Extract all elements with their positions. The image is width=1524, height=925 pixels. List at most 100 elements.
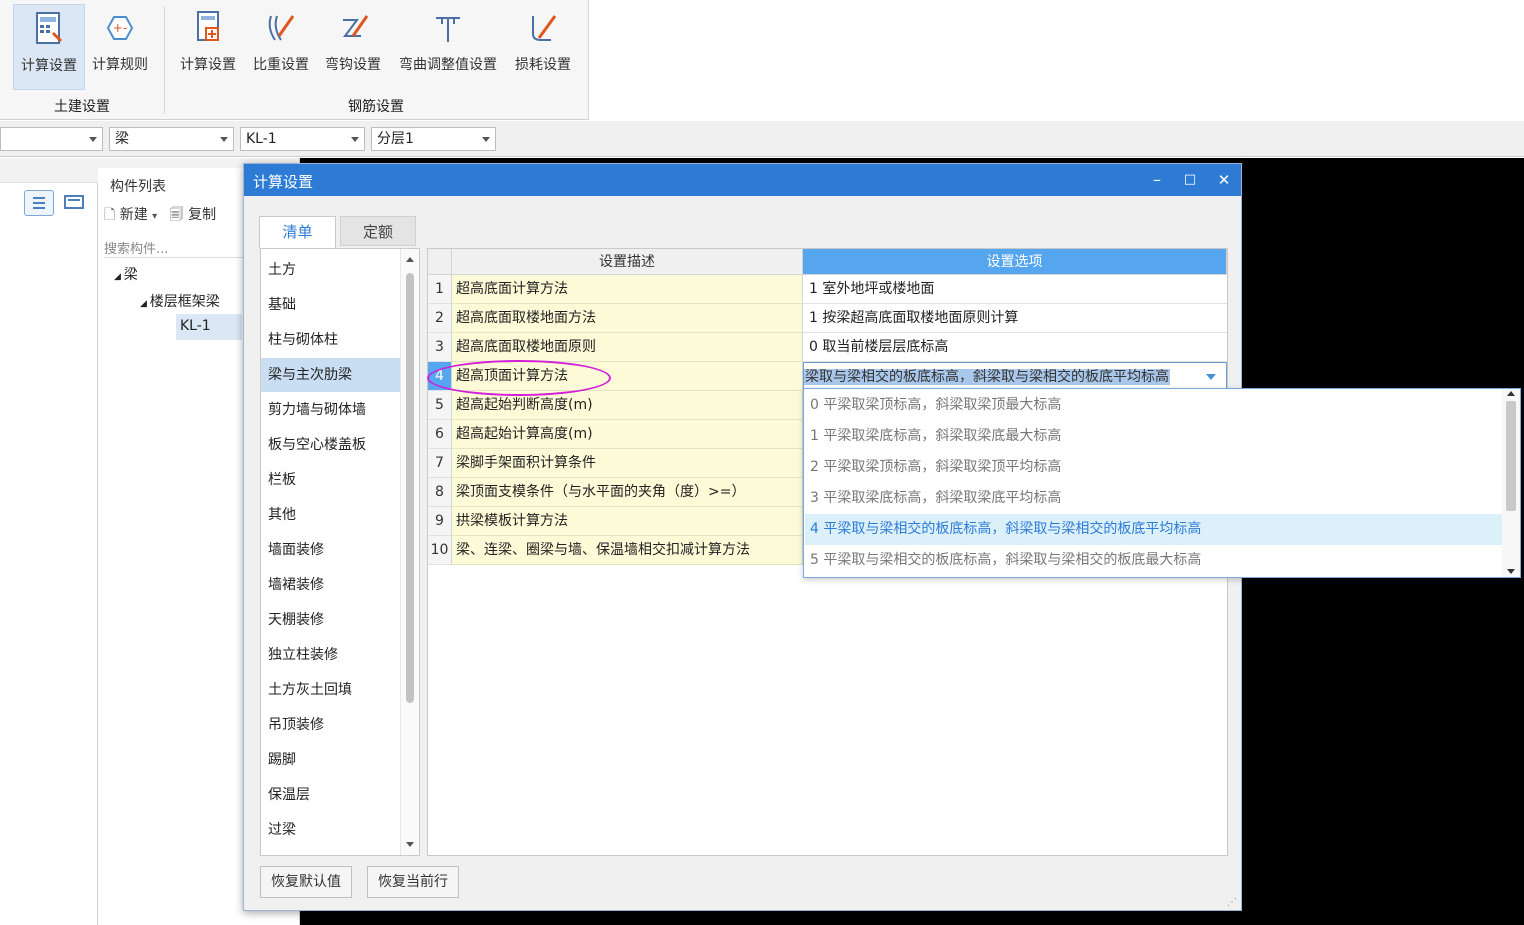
calc-settings-icon — [36, 12, 63, 44]
copy-component-button[interactable]: 🗐 复制 — [170, 207, 216, 223]
scroll-thumb[interactable] — [1506, 401, 1516, 511]
row-description: 超高底面计算方法 — [452, 275, 803, 304]
category-item[interactable]: 吊顶装修 — [261, 708, 401, 742]
list-view-toggle[interactable] — [24, 190, 54, 216]
row-number: 5 — [428, 391, 452, 420]
button-label: 比重设置 — [253, 57, 309, 73]
tree-expand-icon[interactable]: ◢ — [140, 299, 150, 309]
type-select[interactable]: 梁 — [109, 127, 234, 151]
tab-quota[interactable]: 定额 — [340, 216, 416, 246]
row-number: 8 — [428, 478, 452, 507]
row-option[interactable]: 1 室外地坪或楼地面 — [803, 275, 1227, 304]
minimize-button[interactable]: – — [1144, 168, 1170, 192]
button-label: 计算设置 — [21, 58, 77, 74]
dropdown-option[interactable]: 2 平梁取梁顶标高，斜梁取梁顶平均标高 — [805, 452, 1502, 483]
weight-settings-button[interactable]: 比重设置 — [246, 4, 316, 88]
scroll-down-icon[interactable] — [406, 842, 414, 847]
grid-view-toggle[interactable] — [62, 192, 86, 214]
row-option-combo[interactable]: 梁取与梁相交的板底标高，斜梁取与梁相交的板底平均标高 — [803, 362, 1227, 391]
restore-default-button[interactable]: 恢复默认值 — [260, 866, 352, 898]
row-option[interactable]: 0 取当前楼层层底标高 — [803, 333, 1227, 362]
table-row[interactable]: 3 超高底面取楼地面原则 0 取当前楼层层底标高 — [428, 333, 1227, 362]
category-item[interactable]: 踢脚 — [261, 743, 401, 777]
row-number: 3 — [428, 333, 452, 362]
scroll-down-icon[interactable] — [1507, 569, 1515, 574]
category-item[interactable]: 天棚装修 — [261, 603, 401, 637]
component-select[interactable]: KL-1 — [240, 127, 365, 151]
calc-rule-button[interactable]: +- 计算规则 — [86, 4, 154, 88]
category-item[interactable]: 保温层 — [261, 778, 401, 812]
bend-icon — [436, 17, 460, 42]
scroll-thumb[interactable] — [406, 273, 414, 703]
row-option[interactable]: 1 按梁超高底面取楼地面原则计算 — [803, 304, 1227, 333]
scroll-up-icon[interactable] — [1507, 391, 1515, 396]
category-item[interactable]: 梁与主次肋梁 — [261, 358, 401, 392]
floor-select[interactable] — [0, 127, 103, 151]
category-item[interactable]: 过梁 — [261, 813, 401, 847]
category-item[interactable]: 基础 — [261, 288, 401, 322]
svg-text:+-: +- — [113, 21, 127, 35]
category-scrollbar[interactable] — [400, 249, 419, 855]
restore-row-button[interactable]: 恢复当前行 — [367, 866, 459, 898]
dropdown-option[interactable]: 5 平梁取与梁相交的板底标高，斜梁取与梁相交的板底最大标高 — [805, 545, 1502, 576]
layer-select[interactable]: 分层1 — [371, 127, 496, 151]
category-item[interactable]: 独立柱装修 — [261, 638, 401, 672]
table-row[interactable]: 2 超高底面取楼地面方法 1 按梁超高底面取楼地面原则计算 — [428, 304, 1227, 333]
grid-header-number — [428, 249, 452, 275]
navigation-pane — [0, 158, 98, 925]
row-description: 超高底面取楼地面方法 — [452, 304, 803, 333]
chevron-down-icon — [482, 137, 490, 142]
category-item[interactable]: 其他 — [261, 498, 401, 532]
component-toolbar: 🗋 新建 ▾ 🗐 复制 — [104, 204, 216, 228]
row-description: 梁脚手架面积计算条件 — [452, 449, 803, 478]
dropdown-option[interactable]: 3 平梁取梁底标高，斜梁取梁底平均标高 — [805, 483, 1502, 514]
type-select-value: 梁 — [115, 131, 129, 147]
row-number: 10 — [428, 536, 452, 565]
dropdown-option[interactable]: 0 平梁取梁顶标高，斜梁取梁顶最大标高 — [805, 390, 1502, 421]
category-item[interactable]: 剪力墙与砌体墙 — [261, 393, 401, 427]
category-item[interactable]: 柱与砌体柱 — [261, 323, 401, 357]
chevron-down-icon[interactable] — [1206, 374, 1216, 380]
selected-option-text: 梁取与梁相交的板底标高，斜梁取与梁相交的板底平均标高 — [804, 369, 1170, 385]
new-component-button[interactable]: 🗋 新建 ▾ — [104, 207, 162, 223]
category-item[interactable]: 土方 — [261, 253, 401, 287]
list-view-icon — [33, 197, 45, 209]
grid-header-option: 设置选项 — [803, 249, 1227, 275]
dropdown-option[interactable]: 1 平梁取梁底标高，斜梁取梁底最大标高 — [805, 421, 1502, 452]
category-item[interactable]: 墙裙装修 — [261, 568, 401, 602]
new-label: 新建 — [119, 207, 148, 223]
dropdown-option[interactable]: 4 平梁取与梁相交的板底标高，斜梁取与梁相交的板底平均标高 — [805, 514, 1502, 545]
component-search-input[interactable]: 搜索构件... — [104, 238, 254, 258]
category-item[interactable]: 板与空心楼盖板 — [261, 428, 401, 462]
layer-select-value: 分层1 — [377, 131, 414, 147]
tree-node-beam[interactable]: ◢ 梁 — [114, 264, 138, 284]
category-item[interactable]: 栏板 — [261, 463, 401, 497]
bend-adjust-button[interactable]: 弯曲调整值设置 — [392, 4, 504, 88]
tree-node-kl1[interactable]: KL-1 — [180, 318, 211, 334]
navigation-pane-header — [0, 158, 98, 183]
dialog-title: 计算设置 — [253, 173, 314, 191]
resize-grip-icon[interactable]: ⋰ — [1227, 897, 1237, 908]
tab-bill[interactable]: 清单 — [259, 216, 336, 248]
component-select-value: KL-1 — [246, 131, 277, 147]
tree-node-label: 楼层框架梁 — [149, 294, 220, 310]
rebar-calc-settings-button[interactable]: 计算设置 — [174, 4, 242, 88]
hook-settings-button[interactable]: 弯钩设置 — [320, 4, 386, 88]
table-row[interactable]: 1 超高底面计算方法 1 室外地坪或楼地面 — [428, 275, 1227, 304]
tree-node-label: 梁 — [123, 267, 138, 283]
tree-node-frame-beam[interactable]: ◢ 楼层框架梁 — [140, 291, 220, 311]
tree-expand-icon[interactable]: ◢ — [114, 272, 124, 282]
loss-settings-button[interactable]: 损耗设置 — [509, 4, 577, 88]
category-item[interactable]: 墙面装修 — [261, 533, 401, 567]
ribbon-empty-area — [588, 0, 1524, 120]
civil-calc-settings-button[interactable]: 计算设置 — [13, 4, 85, 90]
row-description: 梁、连梁、圈梁与墙、保温墙相交扣减计算方法 — [452, 536, 803, 565]
chevron-down-icon — [220, 137, 228, 142]
row-number: 1 — [428, 275, 452, 304]
close-button[interactable]: ✕ — [1211, 168, 1237, 192]
scroll-up-icon[interactable] — [406, 257, 414, 262]
dialog-title-bar[interactable]: 计算设置 – □ ✕ — [244, 164, 1241, 196]
category-item[interactable]: 土方灰土回填 — [261, 673, 401, 707]
dropdown-scrollbar[interactable] — [1502, 389, 1520, 577]
maximize-button[interactable]: □ — [1177, 168, 1203, 192]
